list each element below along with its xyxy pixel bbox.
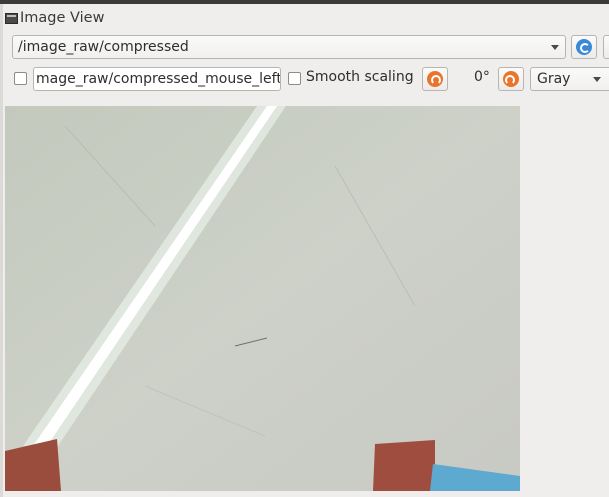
chevron-down-icon: [551, 45, 559, 50]
smooth-scaling-checkbox[interactable]: [288, 72, 301, 85]
publish-mouse-checkbox[interactable]: [14, 72, 27, 85]
colormap-value: Gray: [537, 71, 571, 87]
smooth-scaling-label: Smooth scaling: [306, 69, 414, 85]
camera-image-view[interactable]: [5, 106, 520, 491]
refresh-topics-button[interactable]: [571, 35, 597, 59]
rotation-value: 0°: [474, 69, 490, 85]
rotate-right-icon: [503, 71, 519, 87]
topic-dropdown-value: /image_raw/compressed: [18, 39, 189, 55]
mouse-topic-input[interactable]: mage_raw/compressed_mouse_left: [33, 67, 281, 91]
rotate-left-icon: [427, 71, 443, 87]
refresh-icon: [576, 39, 592, 55]
camera-frame: [5, 106, 520, 491]
topic-dropdown[interactable]: /image_raw/compressed: [12, 35, 566, 59]
rotate-left-button[interactable]: [422, 67, 448, 91]
chevron-down-icon: [593, 77, 601, 82]
mouse-topic-value: mage_raw/compressed_mouse_left: [36, 71, 281, 87]
window-left-edge: [0, 4, 3, 497]
plugin-title: Image View: [20, 10, 105, 26]
right-wheel: [373, 440, 435, 491]
plugin-title-bar[interactable]: Image View: [5, 8, 104, 28]
window-top-strip: [0, 0, 609, 4]
toolbar-button-partial[interactable]: [603, 35, 609, 59]
floor-surface: [5, 106, 520, 491]
colormap-dropdown[interactable]: Gray: [530, 67, 609, 91]
window-icon: [5, 12, 18, 24]
rotate-right-button[interactable]: [498, 67, 524, 91]
